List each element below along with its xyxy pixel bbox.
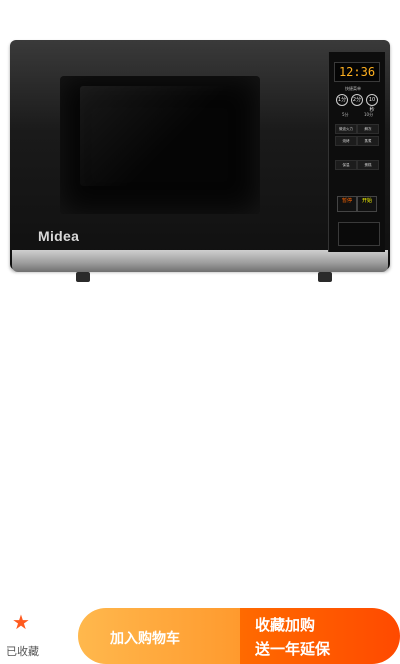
panel-title: 快捷菜单 (345, 86, 361, 91)
microwave-rim (12, 250, 388, 272)
time-display: 12:36 (334, 62, 380, 82)
knob-3[interactable]: 10秒 (366, 94, 378, 113)
door-release-button[interactable] (338, 222, 380, 246)
panel-button-2[interactable]: 解冻 (357, 124, 379, 134)
left-foot (76, 272, 90, 282)
right-foot (318, 272, 332, 282)
collect-add-label[interactable]: 收藏加购 (255, 614, 315, 635)
start-button[interactable]: 开始 (357, 196, 377, 212)
knob-sub-2: 10分 (364, 112, 374, 117)
door-reflection (80, 86, 230, 186)
knob-sub-1: 5分 (342, 112, 349, 117)
knob-2[interactable]: 2分 (351, 94, 363, 106)
warranty-label[interactable]: 送一年延保 (255, 638, 330, 659)
panel-button-1[interactable]: 微波火力 (335, 124, 357, 134)
product-image: Midea 12:36 快捷菜单 1分 2分 10秒 5分 10分 微波火力 解… (0, 0, 400, 300)
brand-logo: Midea (38, 228, 80, 244)
star-icon[interactable]: ★ (12, 612, 32, 632)
pause-button[interactable]: 暂停 (337, 196, 357, 212)
panel-button-6[interactable]: 蛋糕 (357, 160, 379, 170)
add-to-cart-label[interactable]: 加入购物车 (110, 628, 180, 648)
bottom-action-bar: ★ 已收藏 加入购物车 收藏加购 送一年延保 (0, 300, 400, 664)
panel-button-5[interactable]: 保温 (335, 160, 357, 170)
panel-button-3[interactable]: 烧烤 (335, 136, 357, 146)
knob-1[interactable]: 1分 (336, 94, 348, 106)
favorite-label[interactable]: 已收藏 (6, 643, 39, 659)
panel-button-4[interactable]: 蒸煮 (357, 136, 379, 146)
